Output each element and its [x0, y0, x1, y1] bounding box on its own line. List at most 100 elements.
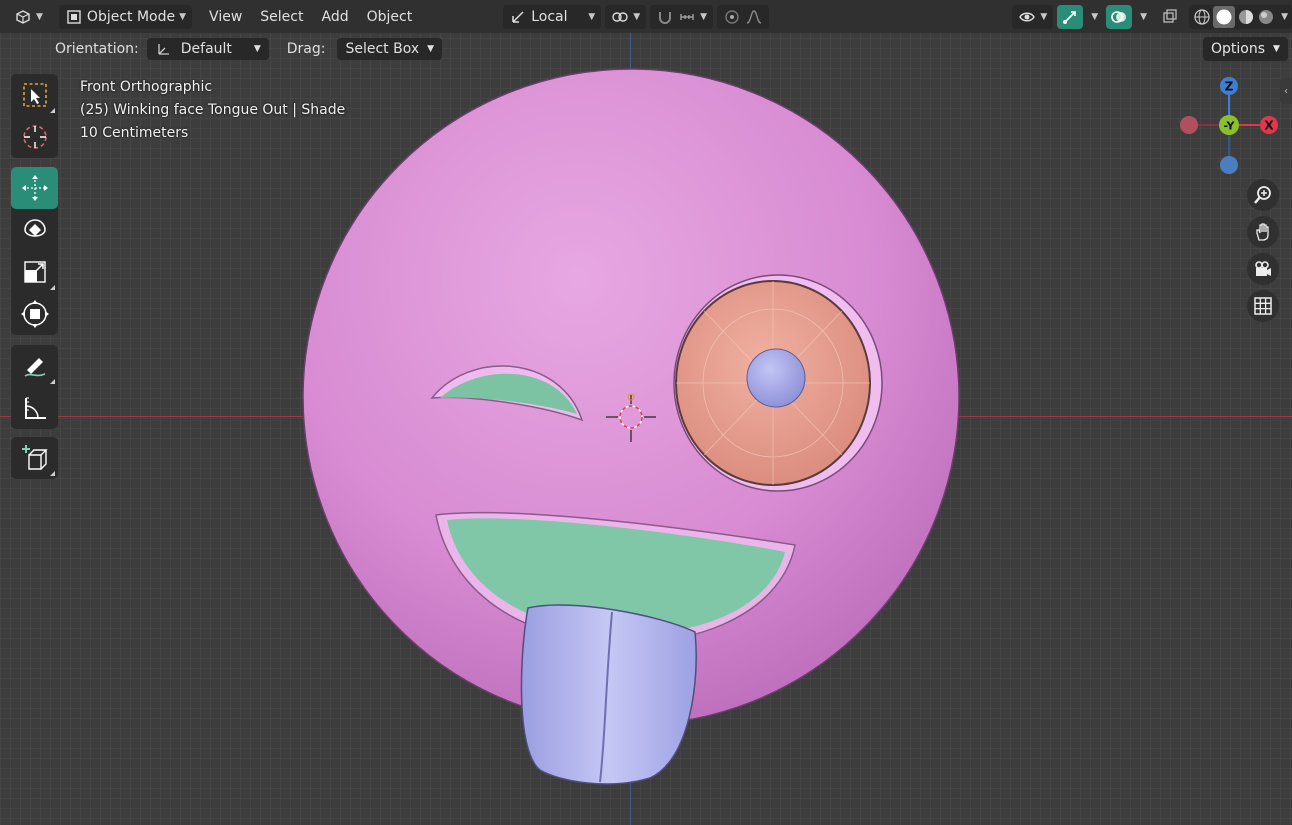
chevron-down-icon[interactable]: ▼	[1277, 12, 1288, 22]
scale-tool[interactable]	[11, 251, 58, 293]
overlays-icon	[1111, 10, 1127, 23]
chevron-down-icon: ▼	[700, 11, 708, 22]
zoom-icon	[1254, 186, 1271, 204]
hand-pan-icon	[1256, 223, 1269, 241]
tool-settings-bar: Orientation: Default ▼ Drag: Select Box …	[0, 36, 1292, 62]
menu-add[interactable]: Add	[314, 5, 355, 29]
toolbar-group-annotate	[11, 345, 58, 429]
solid-shading-icon	[1216, 9, 1232, 24]
orientation-axes-icon	[158, 44, 169, 55]
mode-label: Object Mode	[86, 8, 176, 25]
material-shading-icon[interactable]	[1237, 8, 1255, 26]
select-box-icon	[22, 83, 47, 107]
annotate-icon	[24, 358, 45, 377]
gizmo-neg-z[interactable]	[1220, 156, 1238, 174]
rotate-tool[interactable]	[11, 209, 58, 251]
pupil	[746, 348, 806, 408]
falloff-curve-icon	[746, 9, 762, 24]
transform-tool[interactable]	[11, 293, 58, 335]
drag-field-label: Drag:	[286, 41, 326, 57]
transform-orientation-selector[interactable]: Local ▼	[503, 4, 602, 29]
editor-type-button[interactable]: ▼	[8, 5, 49, 29]
drag-dropdown[interactable]: Select Box ▼	[337, 38, 443, 60]
proportional-edit-icon	[725, 9, 739, 24]
chevron-down-icon: ▼	[1040, 11, 1048, 22]
proportional-edit-toggle[interactable]	[717, 4, 770, 29]
chevron-down-icon: ▼	[427, 44, 435, 54]
shading-mode-group: ▼	[1189, 4, 1292, 29]
rendered-shading-icon[interactable]	[1257, 8, 1275, 26]
toolbar-group-transform	[11, 167, 58, 335]
view3d-icon	[16, 9, 30, 24]
orientation-value: Default	[180, 41, 232, 57]
options-label: Options	[1211, 41, 1266, 57]
navigation-gizmo[interactable]: Z X -Y	[1172, 72, 1284, 182]
pivot-point-selector[interactable]: ▼	[605, 4, 647, 29]
options-dropdown[interactable]: Options ▼	[1203, 37, 1288, 61]
xray-icon	[1163, 8, 1177, 23]
gizmo-x-label: X	[1264, 119, 1274, 133]
pan-button[interactable]	[1247, 216, 1279, 248]
cursor-icon	[22, 125, 47, 149]
move-icon	[21, 175, 48, 201]
menu-object[interactable]: Object	[360, 5, 420, 29]
mode-selector[interactable]: Object Mode ▼	[58, 4, 193, 29]
gizmo-z-label: Z	[1225, 80, 1234, 94]
chevron-down-icon: ▼	[633, 11, 641, 22]
snap-toggle[interactable]: ▼	[650, 4, 714, 29]
solid-shading-button[interactable]	[1213, 5, 1236, 28]
gizmo-toggle[interactable]: ▼	[1057, 4, 1102, 29]
chevron-down-icon: ▼	[253, 44, 261, 54]
grid-ortho-icon	[1254, 297, 1272, 315]
chevron-left-icon: ‹	[1284, 85, 1288, 97]
select-box-tool[interactable]	[11, 74, 58, 116]
chevron-down-icon: ▼	[36, 11, 43, 22]
gizmo-icon	[1063, 10, 1077, 24]
snap-magnet-icon	[659, 11, 672, 24]
transform-icon	[20, 300, 49, 328]
viewport-header: ▼ Object Mode ▼ View Select Add Object L…	[0, 0, 1292, 33]
viewport-info: Front Orthographic (25) Winking face Ton…	[80, 76, 345, 145]
3d-viewport[interactable]: ▼ Object Mode ▼ View Select Add Object L…	[0, 0, 1292, 825]
add-cube-tool[interactable]	[11, 437, 58, 479]
annotate-tool[interactable]	[11, 345, 58, 387]
gizmo-neg-x[interactable]	[1180, 116, 1198, 134]
gizmo-y-label: -Y	[1224, 120, 1236, 133]
move-tool[interactable]	[11, 167, 58, 209]
tongue	[520, 604, 697, 785]
pivot-icon	[612, 11, 628, 22]
scale-info: 10 Centimeters	[80, 125, 189, 141]
menu-select[interactable]: Select	[253, 5, 310, 29]
visibility-dropdown[interactable]: ▼	[1012, 4, 1054, 29]
rotate-icon	[23, 219, 46, 237]
wireframe-shading-icon[interactable]	[1193, 8, 1211, 26]
toolbar-group-add	[11, 437, 58, 479]
drag-value: Select Box	[345, 41, 420, 57]
camera-icon	[1255, 261, 1271, 276]
orientation-icon	[512, 10, 524, 23]
object-info: (25) Winking face Tongue Out | Shade	[80, 102, 346, 118]
zoom-button[interactable]	[1247, 179, 1279, 211]
chevron-down-icon: ▼	[1091, 11, 1099, 22]
orientation-dropdown[interactable]: Default ▼	[146, 38, 269, 60]
camera-view-button[interactable]	[1247, 253, 1279, 285]
orientation-field-label: Orientation:	[55, 41, 139, 57]
eye-icon	[1019, 12, 1036, 21]
object-mode-icon	[67, 9, 81, 24]
chevron-down-icon: ▼	[179, 11, 187, 22]
ortho-toggle-button[interactable]	[1247, 290, 1279, 322]
orientation-label: Local	[531, 8, 568, 25]
add-cube-icon	[21, 445, 48, 470]
toolbar-group-select	[11, 74, 58, 158]
measure-tool[interactable]	[11, 387, 58, 429]
chevron-down-icon: ▼	[588, 11, 596, 22]
chevron-down-icon: ▼	[1140, 11, 1148, 22]
scale-icon	[23, 261, 46, 283]
overlays-toggle[interactable]: ▼	[1106, 4, 1151, 29]
view-name: Front Orthographic	[80, 79, 213, 95]
menu-view[interactable]: View	[202, 5, 249, 29]
cursor-tool[interactable]	[11, 116, 58, 158]
xray-toggle[interactable]	[1155, 5, 1185, 29]
measure-icon	[24, 397, 46, 419]
snap-increment-icon	[680, 13, 694, 20]
